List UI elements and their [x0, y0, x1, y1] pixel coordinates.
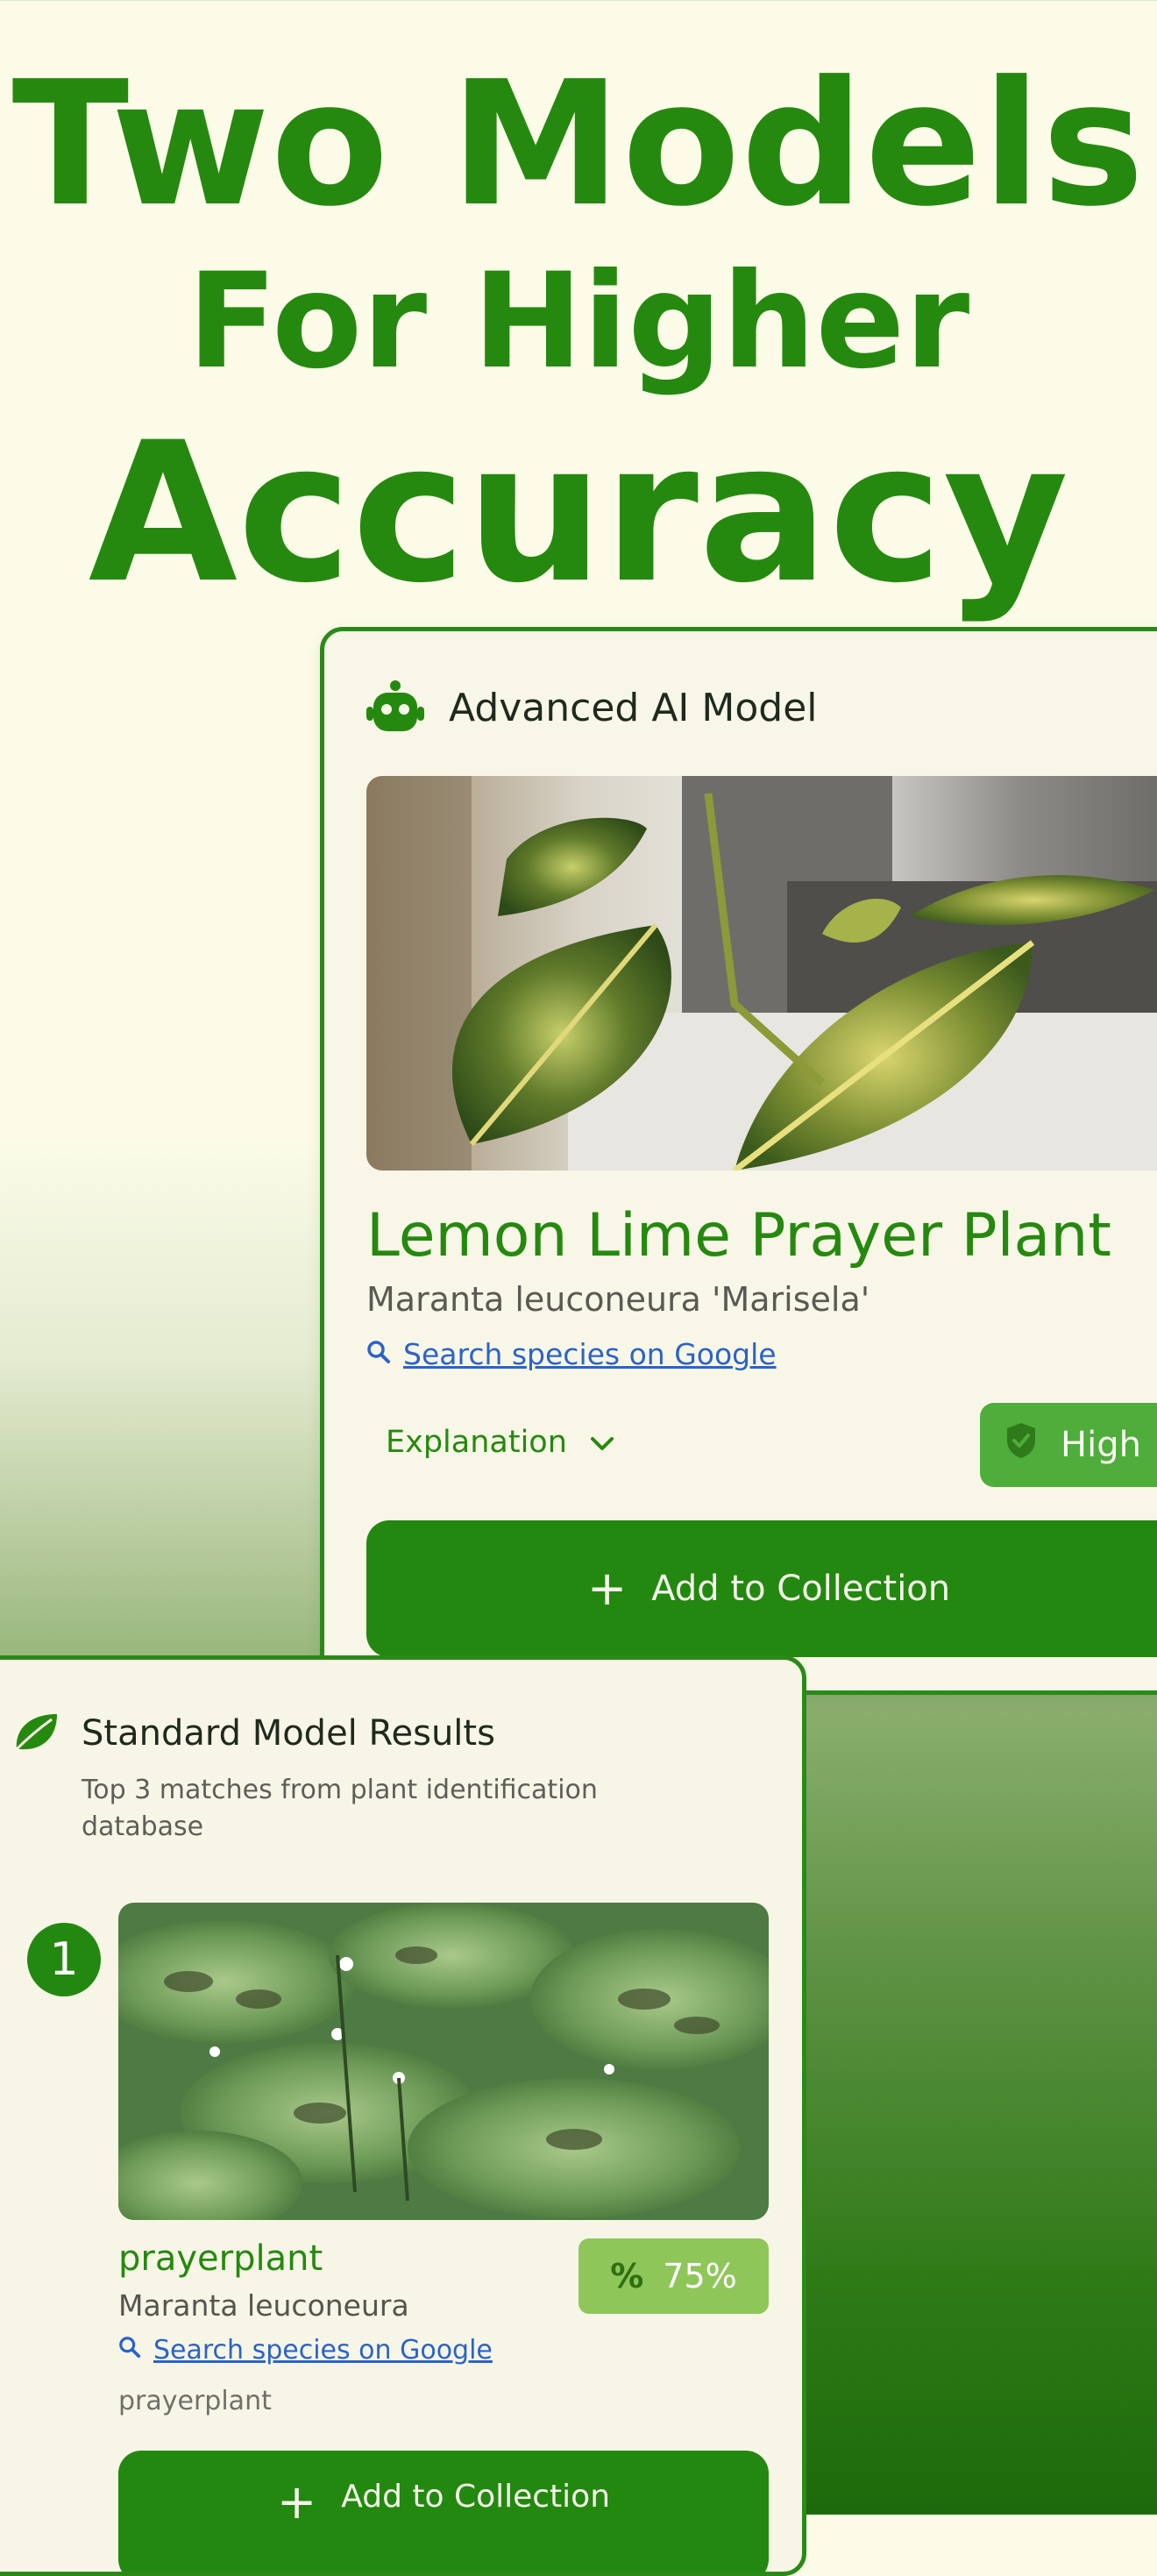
result-search-google-label: Search species on Google — [153, 2335, 493, 2366]
standard-plant-photo — [118, 1903, 769, 2220]
headline-line-2: For Higher — [187, 246, 970, 398]
standard-card-title: Standard Model Results — [82, 1713, 495, 1754]
advanced-model-card: Advanced AI Model Lemon Lime Prayer Plan… — [320, 627, 1157, 1695]
result-confidence-badge: % 75% — [578, 2238, 769, 2314]
result-search-google-link[interactable]: Search species on Google — [118, 2335, 493, 2366]
chevron-down-icon — [590, 1425, 614, 1460]
explanation-toggle[interactable]: Explanation — [386, 1425, 614, 1460]
headline-line-3: Accuracy — [88, 401, 1069, 625]
advanced-add-label: Add to Collection — [651, 1569, 951, 1609]
result-confidence-value: 75% — [663, 2257, 737, 2295]
headline-line-1: Two Models — [11, 45, 1146, 245]
advanced-card-header: Advanced AI Model — [366, 677, 818, 738]
standard-card-header: Standard Model Results — [13, 1711, 495, 1756]
advanced-search-google-label: Search species on Google — [403, 1337, 777, 1371]
result-common-name: prayerplant — [118, 2238, 323, 2279]
explanation-label: Explanation — [386, 1425, 567, 1460]
percent-icon: % — [610, 2257, 644, 2295]
confidence-badge: High — [980, 1403, 1157, 1487]
confidence-label: High — [1061, 1425, 1141, 1465]
advanced-card-title: Advanced AI Model — [449, 685, 818, 730]
search-icon — [118, 2335, 141, 2366]
search-icon — [366, 1337, 391, 1371]
advanced-add-to-collection-button[interactable]: + Add to Collection — [366, 1520, 1157, 1657]
standard-card-subtitle: Top 3 matches from plant identification … — [82, 1775, 598, 1842]
advanced-plant-name: Lemon Lime Prayer Plant — [366, 1201, 1111, 1270]
result-common-alias: prayerplant — [118, 2386, 272, 2416]
standard-model-card: Standard Model Results Top 3 matches fro… — [0, 1655, 806, 2576]
shield-check-icon — [1004, 1421, 1038, 1469]
plus-icon: + — [587, 1561, 628, 1616]
result-add-label: Add to Collection — [341, 2479, 611, 2515]
plus-icon: + — [276, 2474, 317, 2530]
robot-icon — [366, 680, 424, 735]
leaf-icon — [13, 1711, 59, 1756]
advanced-search-google-link[interactable]: Search species on Google — [366, 1337, 777, 1371]
result-add-to-collection-button[interactable]: + Add to Collection — [118, 2451, 769, 2572]
advanced-plant-photo — [366, 776, 1157, 1171]
rank-badge: 1 — [27, 1923, 101, 1996]
result-scientific-name: Maranta leuconeura — [118, 2288, 409, 2323]
advanced-scientific-name: Maranta leuconeura 'Marisela' — [366, 1280, 870, 1319]
